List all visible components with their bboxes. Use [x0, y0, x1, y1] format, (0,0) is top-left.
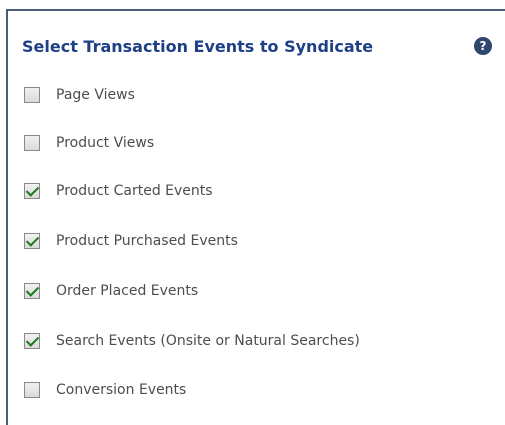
product-carted-events-checkbox[interactable]: [24, 183, 40, 199]
search-events-checkbox[interactable]: [24, 333, 40, 349]
option-product-views[interactable]: Product Views: [24, 133, 154, 153]
page-views-checkbox[interactable]: [24, 87, 40, 103]
option-label: Product Views: [56, 135, 155, 151]
conversion-events-checkbox[interactable]: [24, 382, 40, 398]
panel-title: Select Transaction Events to Syndicate: [22, 37, 374, 56]
panel-header: Select Transaction Events to Syndicate ?: [22, 37, 492, 59]
product-purchased-events-checkbox[interactable]: [24, 233, 40, 249]
option-product-carted-events[interactable]: Product Carted Events: [24, 181, 213, 201]
option-product-purchased-events[interactable]: Product Purchased Events: [24, 231, 238, 251]
order-placed-events-checkbox[interactable]: [24, 283, 40, 299]
transaction-events-panel: [6, 9, 505, 425]
option-label: Search Events (Onsite or Natural Searche…: [56, 333, 360, 349]
help-icon[interactable]: ?: [474, 37, 492, 55]
option-label: Order Placed Events: [56, 283, 199, 299]
option-label: Conversion Events: [56, 382, 187, 398]
option-page-views[interactable]: Page Views: [24, 85, 135, 105]
option-conversion-events[interactable]: Conversion Events: [24, 380, 186, 400]
option-order-placed-events[interactable]: Order Placed Events: [24, 281, 198, 301]
option-label: Product Carted Events: [56, 183, 213, 199]
option-label: Page Views: [56, 87, 135, 103]
option-label: Product Purchased Events: [56, 233, 238, 249]
option-search-events[interactable]: Search Events (Onsite or Natural Searche…: [24, 331, 360, 351]
product-views-checkbox[interactable]: [24, 135, 40, 151]
